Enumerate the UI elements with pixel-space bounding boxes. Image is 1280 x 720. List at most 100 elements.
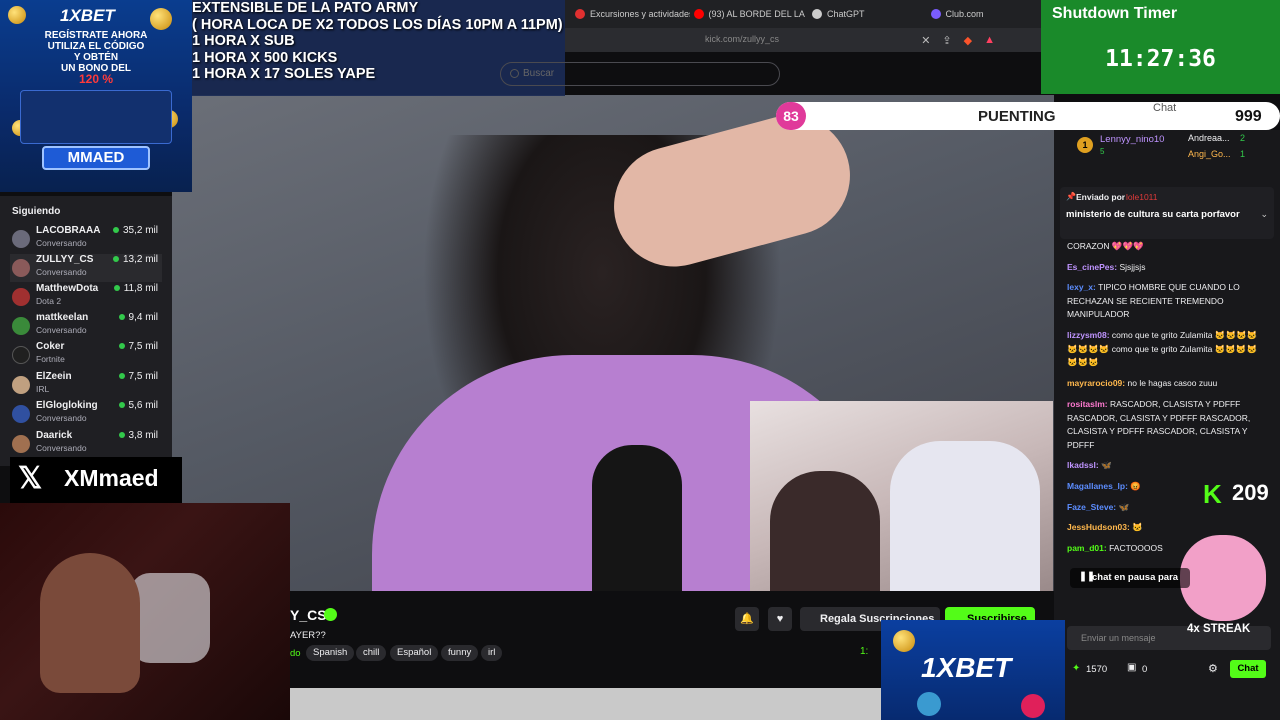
chat-username[interactable]: rositaslm: (1067, 399, 1108, 409)
social-handle: XMmaed (64, 465, 159, 491)
sponsor-ad-1xbet-bottom: 1XBET (881, 620, 1065, 720)
chat-message: Es_cinePes: Sjsjjsjs (1067, 262, 1146, 272)
viewer-count: 7,5 mil (118, 341, 158, 352)
follow-heart-icon[interactable]: ♥ (768, 607, 792, 631)
chat-paused-banner[interactable]: ❚❚ chat en pausa para (1070, 568, 1190, 588)
share-icon[interactable]: ⇪ (942, 34, 951, 47)
pinned-message[interactable]: 📌 Enviado por lole1011 ministerio de cul… (1060, 187, 1274, 239)
tab-favicon (693, 9, 704, 19)
address-bar[interactable]: kick.com/zullyy_cs ✕ ⇪ ◆ ▲ (565, 28, 1045, 52)
channel-category: Fortnite (36, 354, 65, 364)
x-logo-icon: 𝕏 (18, 462, 43, 495)
sidebar-channel[interactable]: MatthewDota Dota 2 11,8 mil (10, 283, 162, 311)
ad-promo-line: REGÍSTRATE AHORA (44, 30, 148, 41)
sidebar-channel[interactable]: ZULLYY_CS Conversando 13,2 mil (10, 254, 162, 282)
category-link[interactable]: do (290, 648, 301, 659)
chat-send-button[interactable]: Chat (1230, 660, 1266, 678)
leader-name[interactable]: Lennyy_nino10 (1100, 134, 1164, 145)
sidebar-channel[interactable]: mattkeelan Conversando 9,4 mil (10, 312, 162, 340)
channel-name: mattkeelan (36, 312, 89, 323)
chat-username[interactable]: JessHudson03: (1067, 522, 1130, 532)
ad-decoration (1021, 694, 1045, 718)
browser-tab[interactable]: Club.com (930, 9, 1046, 19)
live-dot-icon (118, 402, 125, 408)
search-input[interactable]: Buscar (500, 62, 780, 86)
pinned-by-label: Enviado por (1076, 192, 1126, 202)
tab-favicon (812, 9, 822, 19)
viewer-count: 35,2 mil (112, 225, 158, 236)
stream-tag[interactable]: chill (356, 645, 387, 661)
streamer-webcam (0, 503, 290, 720)
stream-tag[interactable]: Spanish (306, 645, 355, 661)
channel-category: Dota 2 (36, 296, 62, 306)
notification-bell-icon[interactable]: 🔔 (735, 607, 759, 631)
pause-icon: ❚❚ (1079, 571, 1095, 582)
gear-icon[interactable]: ⚙ (1208, 662, 1218, 675)
mute-icon[interactable]: ✕ (921, 34, 930, 47)
ad-brand-logo: 1XBET (60, 6, 115, 25)
kick-counter: 209 (1232, 480, 1269, 505)
sidebar-channel[interactable]: Coker Fortnite 7,5 mil (10, 341, 162, 369)
tab-label: Excursiones y actividades (590, 9, 690, 19)
leader-name[interactable]: Angi_Go... (1188, 149, 1231, 159)
ad-brand-logo: 1XBET (921, 652, 1012, 683)
viewer-count: 13,2 mil (112, 254, 158, 265)
sidebar-title: Siguiendo (12, 206, 61, 217)
browser-tab[interactable]: Excursiones y actividades (575, 9, 690, 19)
avatar (12, 435, 30, 453)
channel-name: LACOBRAAA (36, 225, 101, 236)
ad-phone-image (20, 90, 172, 144)
avatar (12, 376, 30, 394)
browser-tab[interactable]: ChatGPT (812, 9, 927, 19)
ad-promo-text: REGÍSTRATE AHORA UTILIZA EL CÓDIGO Y OBT… (0, 30, 192, 85)
chat-message: lexy_x: TIPICO HOMBRE QUE CUANDO LO RECH… (1067, 282, 1240, 319)
avatar (12, 346, 30, 364)
ad-promo-percent: 120 % (78, 72, 114, 86)
overlay-line: 1 HORA X SUB (192, 33, 295, 49)
overlay-line: EXTENSIBLE DE LA PATO ARMY (192, 0, 419, 16)
chat-username[interactable]: mayrarocio09: (1067, 378, 1125, 388)
bits-count[interactable]: 0 (1142, 664, 1147, 675)
viewer-count: 3,8 mil (118, 430, 158, 441)
rewards-icon[interactable]: ▲ (984, 34, 995, 47)
chat-username[interactable]: Es_cinePes: (1067, 262, 1117, 272)
ad-promo-line: Y OBTÉN (73, 52, 119, 63)
chat-username[interactable]: lkadssl: (1067, 460, 1099, 470)
leader-name[interactable]: Andreaa... (1188, 133, 1230, 143)
avatar (12, 230, 30, 248)
sidebar-channel[interactable]: LACOBRAAA Conversando 35,2 mil (10, 225, 162, 253)
sidebar-channel[interactable]: Daarick Conversando 3,8 mil (10, 430, 162, 458)
chat-username[interactable]: lizzysm08: (1067, 330, 1110, 340)
chat-username[interactable]: lexy_x: (1067, 282, 1096, 292)
leader-sub-count: 5 (1100, 147, 1105, 156)
channel-name: ZULLYY_CS (36, 254, 94, 265)
chat-message: CORAZON 💖💖💖 (1067, 241, 1144, 251)
chat-title: Chat (1153, 102, 1177, 114)
stream-tag[interactable]: Español (390, 645, 439, 661)
browser-tab[interactable]: (93) AL BORDE DEL LA (693, 9, 809, 19)
tab-favicon (930, 9, 941, 19)
stream-tag[interactable]: irl (481, 645, 503, 661)
chat-message: mayrarocio09: no le hagas casoo zuuu (1067, 378, 1218, 388)
channel-name: Daarick (36, 430, 73, 441)
browser-tab-bar: Excursiones y actividades (93) AL BORDE … (565, 0, 1045, 28)
viewer-count: 1: (860, 646, 869, 657)
stream-tag[interactable]: funny (441, 645, 479, 661)
event-label: PUENTING (978, 108, 1056, 125)
live-dot-icon (118, 343, 125, 349)
channel-title[interactable]: Y_CS (290, 607, 327, 623)
sidebar-channel[interactable]: ElZeein IRL 7,5 mil (10, 371, 162, 399)
chat-username[interactable]: Magallanes_lp: (1067, 481, 1128, 491)
sidebar-channel[interactable]: ElGlogloking Conversando 5,6 mil (10, 400, 162, 428)
chat-paused-text: chat en pausa para (1092, 572, 1179, 583)
channel-points[interactable]: 1570 (1086, 664, 1107, 675)
mascot-sticker (1180, 535, 1266, 621)
chat-message: JessHudson03: 🐱 (1067, 522, 1143, 532)
chat-username[interactable]: pam_d01: (1067, 543, 1107, 553)
chat-username[interactable]: Faze_Steve: (1067, 502, 1116, 512)
live-dot-icon (118, 314, 125, 320)
brave-shield-icon[interactable]: ◆ (964, 34, 972, 47)
chevron-down-icon[interactable]: ⌄ (1260, 209, 1268, 220)
stream-title: AYER?? (290, 630, 326, 641)
kick-logo-icon: K (1203, 479, 1222, 509)
